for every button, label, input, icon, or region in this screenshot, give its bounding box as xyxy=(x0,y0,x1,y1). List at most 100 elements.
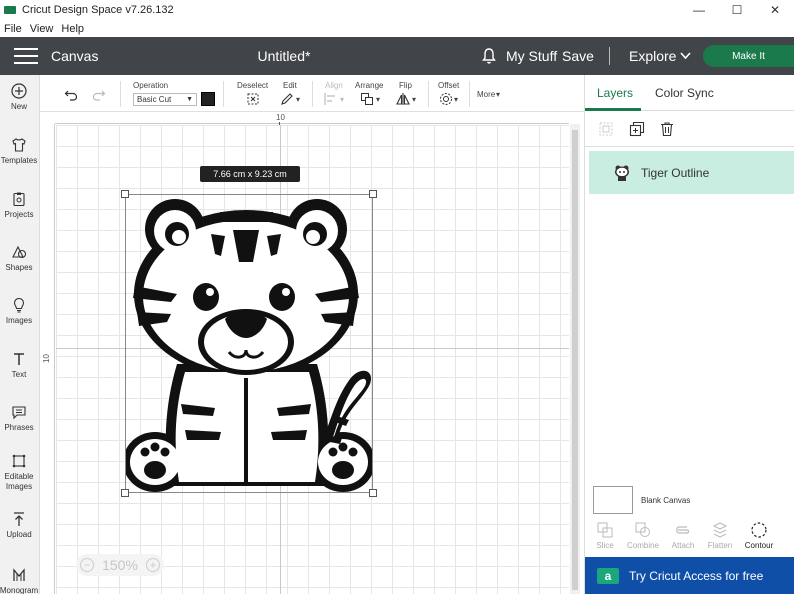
monogram-icon xyxy=(13,568,25,581)
sidebar-item-images[interactable]: Images xyxy=(0,297,38,326)
my-stuff-link[interactable]: My Stuff xyxy=(506,48,557,64)
explore-menu[interactable]: Explore xyxy=(629,48,676,64)
window-controls: — ☐ ✕ xyxy=(680,0,794,20)
sidebar-item-monogram[interactable]: Monogram xyxy=(0,567,38,594)
flatten-icon xyxy=(712,522,728,538)
tab-layers[interactable]: Layers xyxy=(597,86,633,100)
operation-select[interactable]: Basic Cut ▼ xyxy=(133,93,197,106)
layer-item-tiger-outline[interactable]: Tiger Outline xyxy=(589,151,794,194)
lightbulb-icon xyxy=(13,297,25,313)
offset-label[interactable]: Offset xyxy=(438,81,459,90)
resize-handle-top-right[interactable] xyxy=(369,190,377,198)
cricut-access-badge-icon: a xyxy=(597,567,619,584)
access-text: Try Cricut Access for free xyxy=(629,568,764,583)
right-panel: Layers Color Sync Tiger Outline Blank Ca… xyxy=(584,75,794,594)
menu-view[interactable]: View xyxy=(26,23,58,35)
plus-circle-icon xyxy=(11,83,27,99)
bell-icon[interactable] xyxy=(481,47,497,65)
deselect-icon[interactable] xyxy=(246,92,260,106)
combine-button[interactable]: Combine xyxy=(623,521,663,550)
align-icon[interactable] xyxy=(323,92,337,106)
tab-color-sync[interactable]: Color Sync xyxy=(655,86,714,100)
operation-label: Operation xyxy=(133,81,169,90)
text-icon xyxy=(14,353,24,365)
tiger-thumbnail-icon xyxy=(615,165,629,181)
contour-button[interactable]: Contour xyxy=(739,521,779,550)
app-header: Canvas Untitled* My Stuff Save Explore xyxy=(0,37,794,75)
flip-icon[interactable] xyxy=(396,92,410,106)
ruler-top: 10 xyxy=(55,112,569,125)
zoom-in-button[interactable]: + xyxy=(145,558,160,572)
dimension-tooltip: 7.66 cm x 9.23 cm xyxy=(200,166,300,182)
attach-button[interactable]: Attach xyxy=(663,521,703,550)
upload-icon xyxy=(14,512,24,526)
ruler-left: 10 xyxy=(40,124,55,594)
menu-file[interactable]: File xyxy=(0,23,26,35)
flatten-button[interactable]: Flatten xyxy=(700,521,740,550)
make-it-button[interactable]: Make It xyxy=(703,45,794,67)
undo-icon[interactable] xyxy=(64,88,78,102)
group-icon[interactable] xyxy=(598,121,614,137)
canvas-vertical-scrollbar[interactable] xyxy=(570,124,580,594)
contour-icon xyxy=(751,522,767,538)
align-label[interactable]: Align xyxy=(325,81,343,90)
sidebar-item-new[interactable]: New xyxy=(0,83,38,112)
layer-actions xyxy=(585,111,794,147)
window-title: Cricut Design Space v7.26.132 xyxy=(22,4,174,16)
duplicate-icon[interactable] xyxy=(629,121,645,137)
edit-label[interactable]: Edit xyxy=(283,81,297,90)
deselect-label[interactable]: Deselect xyxy=(237,81,268,90)
redo-icon[interactable] xyxy=(92,88,106,102)
sidebar-item-projects[interactable]: Projects xyxy=(0,191,38,220)
more-menu[interactable]: More xyxy=(477,90,495,99)
pencil-icon[interactable] xyxy=(280,92,294,106)
blank-canvas-swatch[interactable] xyxy=(593,486,633,514)
sidebar-item-text[interactable]: Text xyxy=(0,351,38,380)
left-sidebar: New Templates Projects Shapes Images Tex… xyxy=(0,75,40,594)
arrange-icon[interactable] xyxy=(360,92,374,106)
clipboard-icon xyxy=(13,192,25,207)
blank-canvas-label: Blank Canvas xyxy=(641,496,691,505)
sidebar-item-templates[interactable]: Templates xyxy=(0,137,38,166)
shirt-icon xyxy=(12,138,26,152)
chevron-down-icon[interactable] xyxy=(680,52,691,60)
arrange-label[interactable]: Arrange xyxy=(355,81,383,90)
layer-name: Tiger Outline xyxy=(641,165,710,180)
operation-color-swatch[interactable] xyxy=(201,92,215,106)
offset-icon[interactable] xyxy=(439,92,453,106)
maximize-button[interactable]: ☐ xyxy=(718,0,756,20)
flip-label[interactable]: Flip xyxy=(399,81,412,90)
zoom-out-button[interactable]: − xyxy=(80,558,95,572)
zoom-level: 150% xyxy=(102,557,138,573)
speech-bubble-icon xyxy=(12,406,26,420)
trash-icon[interactable] xyxy=(659,121,675,137)
edit-toolbar: Operation Basic Cut ▼ Deselect Edit ▾ Ali… xyxy=(40,75,584,112)
sidebar-item-upload[interactable]: Upload xyxy=(0,511,38,540)
panel-tabs: Layers Color Sync xyxy=(585,75,794,111)
editable-image-icon xyxy=(12,454,26,468)
zoom-control: − 150% + xyxy=(76,554,164,576)
sidebar-item-shapes[interactable]: Shapes xyxy=(0,244,38,273)
combine-icon xyxy=(635,522,650,537)
cricut-access-banner[interactable]: a Try Cricut Access for free xyxy=(585,557,794,594)
sidebar-item-phrases[interactable]: Phrases xyxy=(0,404,38,433)
resize-handle-bottom-left[interactable] xyxy=(121,489,129,497)
header-divider xyxy=(609,47,610,65)
menu-help[interactable]: Help xyxy=(57,23,88,35)
save-button[interactable]: Save xyxy=(562,48,594,64)
design-canvas[interactable]: 10 10 7.66 cm x 9.23 cm − 150% + xyxy=(40,112,584,594)
cricut-logo-icon xyxy=(4,6,16,14)
slice-icon xyxy=(597,522,613,538)
title-bar: Cricut Design Space v7.26.132 — ☐ ✕ xyxy=(0,0,794,20)
selection-bounding-box[interactable] xyxy=(125,194,373,493)
slice-button[interactable]: Slice xyxy=(585,521,625,550)
layer-bottom-tools: Slice Combine Attach Flatten Contour xyxy=(585,521,794,557)
resize-handle-top-left[interactable] xyxy=(121,190,129,198)
menu-bar: File View Help xyxy=(0,20,794,37)
close-button[interactable]: ✕ xyxy=(756,0,794,20)
minimize-button[interactable]: — xyxy=(680,0,718,20)
paperclip-icon xyxy=(676,526,690,534)
sidebar-item-editable-images[interactable]: Editable Images xyxy=(0,453,38,492)
resize-handle-bottom-right[interactable] xyxy=(369,489,377,497)
shapes-icon xyxy=(12,245,27,259)
